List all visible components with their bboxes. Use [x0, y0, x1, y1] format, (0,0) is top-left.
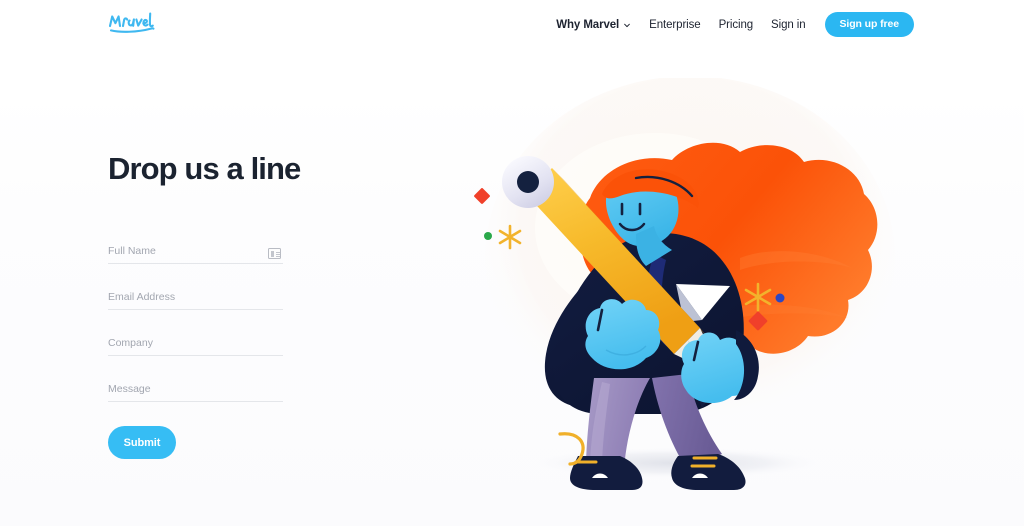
field-full-name [108, 218, 283, 265]
nav-item-pricing[interactable]: Pricing [710, 14, 762, 36]
nav-item-why-marvel[interactable]: Why Marvel [547, 14, 640, 36]
nav-item-sign-in[interactable]: Sign in [762, 14, 814, 36]
field-message [108, 356, 283, 403]
main-nav: Why Marvel Enterprise Pricing Sign in Si… [547, 12, 914, 37]
company-input[interactable] [108, 337, 283, 350]
marvel-logo[interactable] [107, 11, 159, 35]
field-underline [108, 401, 283, 403]
page-title: Drop us a line [108, 151, 301, 186]
accent-red-diamond-left [474, 188, 490, 204]
hero-illustration [440, 78, 960, 498]
nav-item-why-marvel-label: Why Marvel [556, 18, 620, 31]
sign-up-free-button[interactable]: Sign up free [824, 12, 914, 37]
contact-form: Drop us a line Submit [108, 151, 301, 460]
email-input[interactable] [108, 291, 283, 304]
submit-button[interactable]: Submit [108, 426, 176, 460]
contact-card-icon[interactable] [268, 248, 281, 260]
field-company [108, 310, 283, 357]
contact-page: Why Marvel Enterprise Pricing Sign in Si… [0, 0, 1024, 526]
nav-item-enterprise-label: Enterprise [649, 18, 701, 31]
nav-item-pricing-label: Pricing [718, 18, 754, 31]
site-header: Why Marvel Enterprise Pricing Sign in Si… [0, 0, 1024, 48]
field-email [108, 264, 283, 311]
accent-blue-dot-right [775, 293, 785, 303]
full-name-input[interactable] [108, 245, 283, 258]
nav-item-enterprise[interactable]: Enterprise [640, 14, 709, 36]
nav-item-sign-in-label: Sign in [771, 18, 806, 31]
message-input[interactable] [108, 383, 283, 396]
chevron-down-icon [623, 20, 631, 28]
accent-green-dot-left [484, 232, 492, 240]
